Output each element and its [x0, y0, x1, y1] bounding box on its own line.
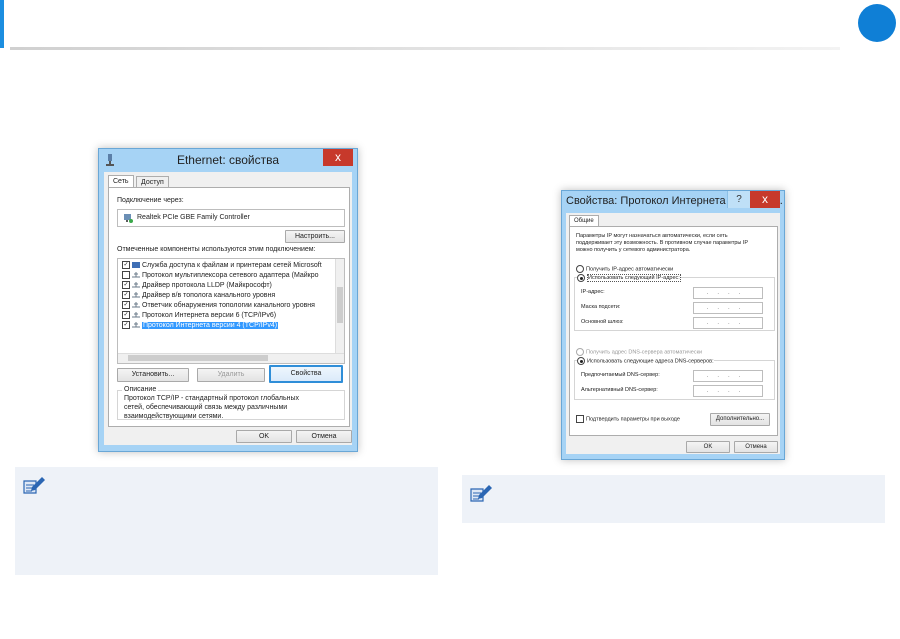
note-box-left	[15, 467, 438, 575]
close-button[interactable]: x	[323, 149, 353, 166]
components-list[interactable]: ✓ Служба доступа к файлам и принтерам сет…	[117, 258, 345, 364]
properties-button[interactable]: Свойства	[269, 365, 343, 383]
description-line: Протокол TCP/IP - стандартный протокол г…	[124, 395, 299, 402]
protocol-icon	[132, 282, 140, 288]
note-pencil-icon	[470, 485, 492, 502]
auto-dns-option[interactable]: Получить адрес DNS-сервера автоматически	[576, 348, 702, 356]
description-group: Описание Протокол TCP/IP - стандартный п…	[117, 386, 345, 420]
manual-ip-option[interactable]: Использовать следующий IP-адрес:	[577, 274, 681, 283]
adapter-icon	[124, 214, 133, 223]
adapter-name: Realtek PCIe GBE Family Controller	[137, 214, 250, 221]
checkbox[interactable]: ✓	[122, 321, 130, 330]
checkbox[interactable]: ✓	[122, 281, 130, 290]
validate-on-exit[interactable]: Подтвердить параметры при выходе	[576, 415, 680, 423]
gateway-input[interactable]: ....	[693, 317, 763, 329]
network-service-icon	[132, 262, 140, 269]
header-divider	[10, 47, 840, 50]
titlebar: Свойства: Протокол Интернета версии 4...…	[562, 191, 784, 214]
radio[interactable]	[576, 265, 584, 273]
checkbox[interactable]: ✓	[122, 301, 130, 310]
preferred-dns-input[interactable]: ....	[693, 370, 763, 382]
advanced-button[interactable]: Дополнительно...	[710, 413, 770, 426]
dialog-client: Сеть Доступ Подключение через: Realtek P…	[104, 172, 352, 445]
page-marker	[858, 4, 896, 42]
horizontal-scrollbar[interactable]	[118, 353, 344, 363]
list-item[interactable]: Протокол мультиплексора сетевого адаптер…	[122, 271, 319, 281]
protocol-icon	[132, 292, 140, 298]
ip-address-label: IP-адрес:	[581, 289, 605, 295]
checkbox[interactable]: ✓	[122, 261, 130, 270]
dialog-title: Ethernet: свойства	[176, 153, 280, 167]
adapter-box: Realtek PCIe GBE Family Controller	[117, 209, 345, 227]
checkbox[interactable]	[122, 271, 130, 280]
ok-button[interactable]: OK	[686, 441, 730, 453]
list-item[interactable]: ✓ Протокол Интернета версии 4 (TCP/IPv4)	[122, 321, 279, 331]
accent-bar	[0, 0, 4, 48]
manual-dns-option[interactable]: Использовать следующие адреса DNS-сервер…	[577, 357, 714, 365]
remove-button[interactable]: Удалить	[197, 368, 265, 382]
intro-line: поддерживает эту возможность. В противно…	[576, 240, 749, 246]
close-button[interactable]: x	[750, 191, 780, 208]
checkbox[interactable]: ✓	[122, 311, 130, 320]
dns-group: Использовать следующие адреса DNS-сервер…	[574, 357, 775, 400]
list-item[interactable]: ✓ Протокол Интернета версии 6 (TCP/IPv6)	[122, 311, 276, 321]
connect-via-label: Подключение через:	[117, 197, 184, 204]
list-item[interactable]: ✓ Ответчик обнаружения топологии канально…	[122, 301, 315, 311]
protocol-icon	[132, 272, 140, 278]
description-line: взаимодействующими сетями.	[124, 413, 224, 420]
tab-network[interactable]: Сеть	[108, 175, 134, 187]
dialog-client: Общие Параметры IP могут назначаться авт…	[566, 213, 780, 454]
note-pencil-icon	[23, 477, 45, 494]
help-button[interactable]: ?	[727, 191, 750, 208]
gateway-label: Основной шлюз:	[581, 319, 624, 325]
description-line: сетей, обеспечивающий связь между различ…	[124, 404, 288, 411]
protocol-icon	[132, 322, 140, 328]
general-tab-panel: Параметры IP могут назначаться автоматич…	[569, 226, 778, 436]
vertical-scrollbar[interactable]	[335, 259, 344, 353]
radio[interactable]	[577, 357, 585, 365]
protocol-icon	[132, 302, 140, 308]
subnet-mask-label: Маска подсети:	[581, 304, 621, 310]
tab-general[interactable]: Общие	[569, 215, 599, 226]
intro-line: Параметры IP могут назначаться автоматич…	[576, 233, 728, 239]
protocol-icon	[132, 312, 140, 318]
list-item[interactable]: ✓ Драйвер в/в тополога канального уровня	[122, 291, 275, 301]
scrollbar-thumb[interactable]	[337, 287, 343, 323]
alternate-dns-label: Альтернативный DNS-сервер:	[581, 387, 658, 393]
radio[interactable]	[576, 348, 584, 356]
intro-line: можно получить у сетевого администратора…	[576, 247, 691, 253]
description-label: Описание	[122, 386, 159, 393]
components-label: Отмеченные компоненты используются этим …	[117, 246, 316, 253]
subnet-mask-input[interactable]: ....	[693, 302, 763, 314]
install-button[interactable]: Установить...	[117, 368, 189, 382]
list-item[interactable]: ✓ Служба доступа к файлам и принтерам сет…	[122, 261, 322, 271]
radio[interactable]	[577, 274, 585, 282]
configure-button[interactable]: Настроить...	[285, 230, 345, 243]
note-box-right	[462, 475, 885, 523]
ipv4-properties-dialog: Свойства: Протокол Интернета версии 4...…	[561, 190, 785, 460]
list-item[interactable]: ✓ Драйвер протокола LLDP (Майкрософт)	[122, 281, 272, 291]
alternate-dns-input[interactable]: ....	[693, 385, 763, 397]
titlebar: Ethernet: свойства x	[99, 149, 357, 172]
preferred-dns-label: Предпочитаемый DNS-сервер:	[581, 372, 660, 378]
network-tab-panel: Подключение через: Realtek PCIe GBE Fami…	[108, 187, 350, 427]
cancel-button[interactable]: Отмена	[296, 430, 352, 443]
cancel-button[interactable]: Отмена	[734, 441, 778, 453]
checkbox[interactable]	[576, 415, 584, 423]
scrollbar-thumb[interactable]	[128, 355, 268, 361]
ip-group: Использовать следующий IP-адрес: IP-адре…	[574, 274, 775, 331]
checkbox[interactable]: ✓	[122, 291, 130, 300]
ok-button[interactable]: OK	[236, 430, 292, 443]
ethernet-properties-dialog: Ethernet: свойства x Сеть Доступ Подключ…	[98, 148, 358, 452]
ip-address-input[interactable]: ....	[693, 287, 763, 299]
auto-ip-option[interactable]: Получить IP-адрес автоматически	[576, 265, 673, 273]
